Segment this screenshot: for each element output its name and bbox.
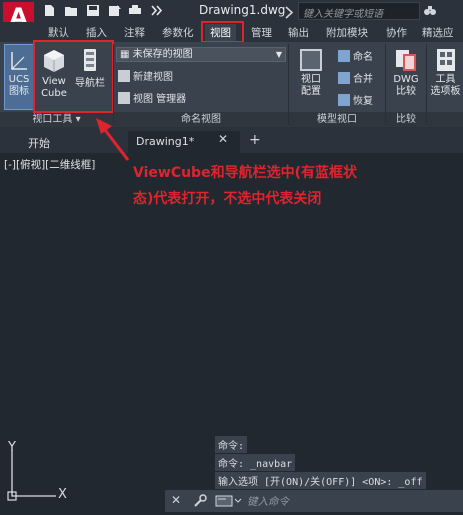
x-axis-label: X <box>58 487 67 502</box>
annotation-text: ViewCube和导航栏选中(有蓝框状 态)代表打开，不选中代表关闭 <box>133 160 433 212</box>
command-history-line: 命令: _navbar <box>215 454 296 471</box>
annotation-line-1: ViewCube和导航栏选中(有蓝框状 <box>133 165 357 181</box>
command-prompt-icon[interactable] <box>215 494 245 508</box>
command-history-line: 命令: <box>215 436 248 453</box>
command-line: ✕ 键入命令 <box>165 490 463 512</box>
command-history-line: 输入选项 [开(ON)/关(OFF)] <ON>: _off <box>215 472 426 489</box>
wrench-icon[interactable] <box>193 494 207 508</box>
close-command-line-icon[interactable]: ✕ <box>171 493 181 507</box>
annotation-line-2: 态)代表打开，不选中代表关闭 <box>133 191 322 207</box>
y-axis-label: Y <box>8 440 16 455</box>
command-input[interactable]: 键入命令 <box>247 494 289 509</box>
